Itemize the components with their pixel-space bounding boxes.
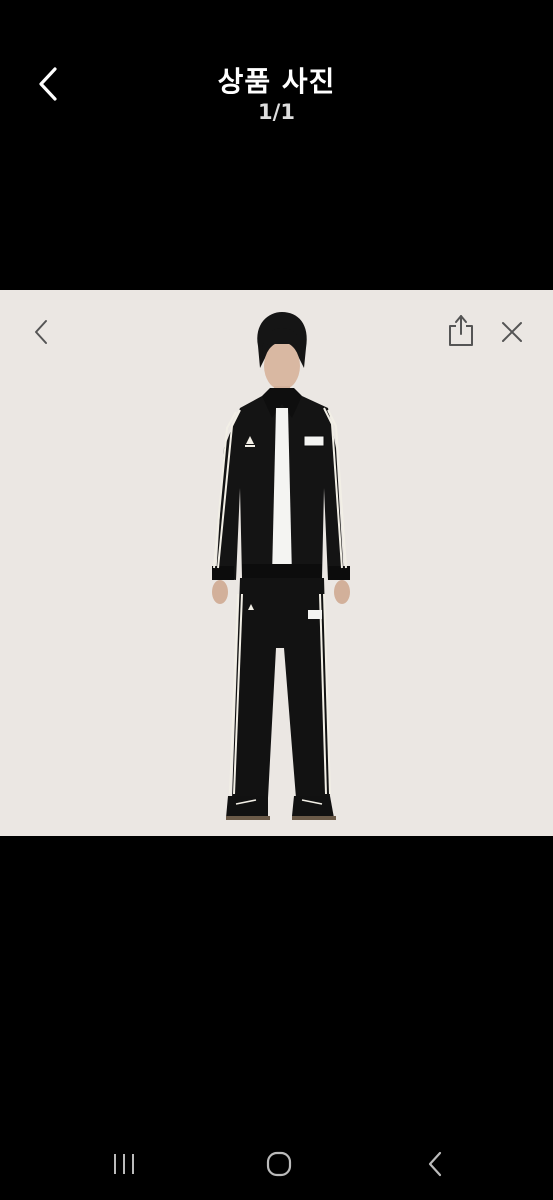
home-icon: [266, 1151, 292, 1177]
share-icon: [449, 315, 473, 346]
page-title: 상품 사진: [217, 65, 336, 98]
close-button[interactable]: [494, 312, 530, 352]
model-figure: [212, 312, 350, 820]
back-icon: [428, 1151, 442, 1177]
system-back-button[interactable]: [410, 1142, 460, 1186]
image-counter: 1/1: [258, 100, 295, 124]
home-button[interactable]: [254, 1142, 304, 1186]
recent-apps-icon: [114, 1154, 134, 1174]
system-navigation-bar: [0, 1130, 553, 1200]
share-button[interactable]: [442, 308, 480, 352]
top-bar: 상품 사진 1/1: [0, 0, 553, 140]
chevron-left-icon: [35, 320, 47, 344]
recent-apps-button[interactable]: [99, 1142, 149, 1186]
photo-back-button[interactable]: [24, 312, 58, 352]
close-icon: [502, 322, 522, 342]
product-photo[interactable]: [0, 290, 553, 836]
